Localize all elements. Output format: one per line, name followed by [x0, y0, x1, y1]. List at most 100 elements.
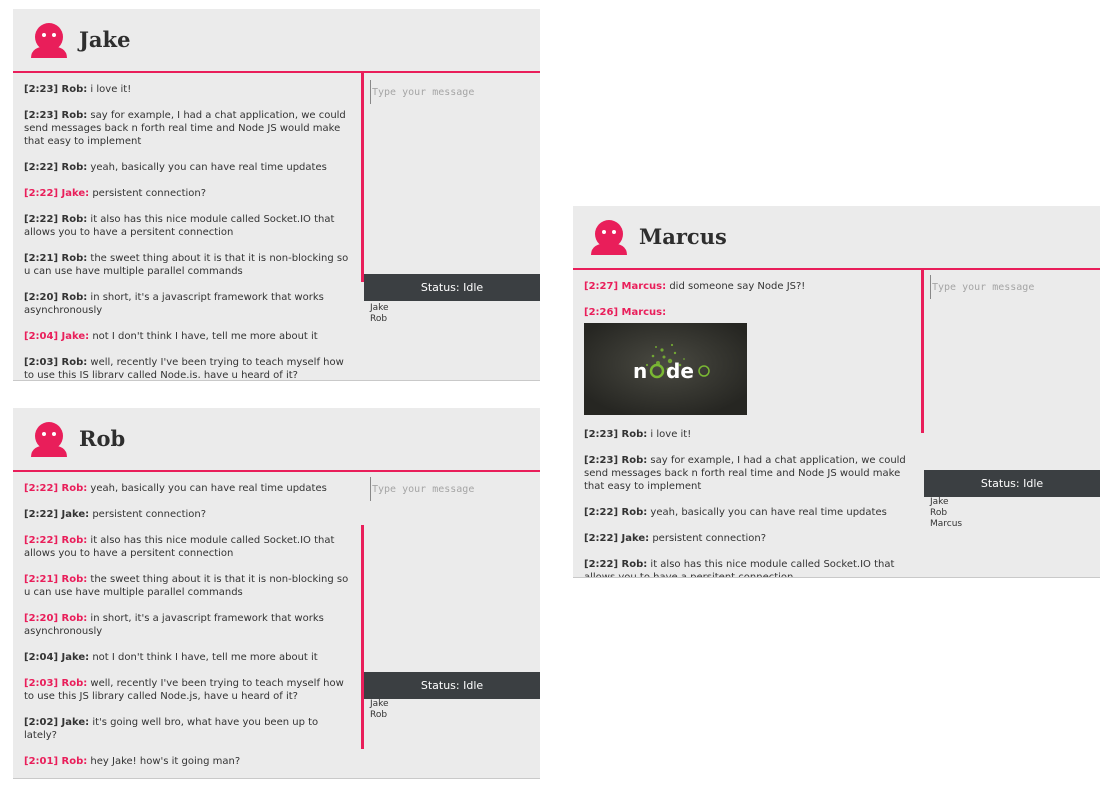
- user-list-item: Jake: [930, 497, 949, 507]
- message-sender: Rob:: [61, 357, 88, 368]
- message-time: [2:20]: [24, 292, 59, 303]
- message-meta: [2:22] Rob:: [584, 507, 647, 518]
- message-meta: [2:04] Jake:: [24, 331, 89, 342]
- chat-message: [2:22] Jake: persistent connection?: [24, 508, 352, 521]
- message-time: [2:22]: [584, 533, 619, 544]
- chat-message: [2:03] Rob: well, recently I've been try…: [24, 677, 352, 703]
- message-time: [2:03]: [24, 357, 59, 368]
- message-meta: [2:23] Rob:: [584, 429, 647, 440]
- message-meta: [2:22] Rob:: [24, 483, 87, 494]
- chat-window-rob: Rob [2:22] Rob: yeah, basically you can …: [13, 408, 540, 779]
- message-meta: [2:03] Rob:: [24, 678, 87, 689]
- message-meta: [2:26] Marcus:: [584, 307, 666, 318]
- message-time: [2:22]: [584, 507, 619, 518]
- message-sender: Rob:: [61, 574, 88, 585]
- message-meta: [2:01] Rob:: [24, 756, 87, 767]
- message-text: not I don't think I have, tell me more a…: [92, 331, 318, 342]
- message-list[interactable]: [2:27] Marcus: did someone say Node JS?!…: [584, 280, 912, 577]
- message-meta: [2:02] Jake:: [24, 717, 89, 728]
- message-sender: Rob:: [61, 613, 88, 624]
- chat-message: [2:01] Rob: hey Jake! how's it going man…: [24, 755, 352, 768]
- divider: [921, 268, 924, 433]
- message-input[interactable]: [370, 80, 538, 104]
- message-text: persistent connection?: [92, 509, 207, 520]
- message-text: i love it!: [650, 429, 692, 440]
- divider: [361, 72, 364, 282]
- message-sender: Rob:: [621, 507, 648, 518]
- chat-message: [2:21] Rob: the sweet thing about it is …: [24, 573, 352, 599]
- message-meta: [2:22] Rob:: [24, 214, 87, 225]
- message-text: persistent connection?: [92, 188, 207, 199]
- message-sender: Jake:: [61, 652, 90, 663]
- message-meta: [2:21] Rob:: [24, 253, 87, 264]
- message-time: [2:22]: [24, 509, 59, 520]
- chat-message: [2:20] Rob: in short, it's a javascript …: [24, 291, 352, 317]
- user-list: Jake Rob Marcus: [930, 497, 962, 530]
- message-sender: Rob:: [61, 110, 88, 121]
- message-time: [2:23]: [584, 455, 619, 466]
- message-input[interactable]: [370, 477, 538, 501]
- message-meta: [2:23] Rob:: [24, 110, 87, 121]
- status-bar: Status: Idle: [364, 672, 540, 699]
- message-input[interactable]: [930, 275, 1098, 299]
- chat-message: [2:04] Jake: not I don't think I have, t…: [24, 330, 352, 343]
- nodejs-logo-image[interactable]: n de: [584, 323, 747, 415]
- message-time: [2:23]: [584, 429, 619, 440]
- message-sender: Jake:: [61, 509, 90, 520]
- message-meta: [2:22] Jake:: [24, 188, 89, 199]
- chat-header: Marcus: [573, 206, 1100, 270]
- message-text: i love it!: [90, 84, 132, 95]
- message-meta: [2:03] Rob:: [24, 357, 87, 368]
- user-list-item: Marcus: [930, 519, 963, 529]
- message-meta: [2:22] Jake:: [584, 533, 649, 544]
- message-time: [2:26]: [584, 307, 619, 318]
- chat-message: [2:20] Rob: in short, it's a javascript …: [24, 612, 352, 638]
- user-list-item: Jake: [370, 699, 389, 709]
- message-time: [2:22]: [24, 162, 59, 173]
- message-list[interactable]: [2:23] Rob: i love it! [2:23] Rob: say fo…: [24, 83, 352, 378]
- message-meta: [2:20] Rob:: [24, 613, 87, 624]
- message-list[interactable]: [2:22] Rob: yeah, basically you can have…: [24, 482, 352, 772]
- message-sender: Rob:: [61, 214, 88, 225]
- message-time: [2:22]: [24, 214, 59, 225]
- chat-message: [2:26] Marcus: n de: [584, 306, 912, 415]
- message-sender: Jake:: [61, 717, 90, 728]
- message-sender: Rob:: [61, 84, 88, 95]
- message-time: [2:22]: [24, 188, 59, 199]
- chat-message: [2:22] Rob: yeah, basically you can have…: [24, 482, 352, 495]
- message-time: [2:22]: [24, 535, 59, 546]
- chat-message: [2:02] Jake: it's going well bro, what h…: [24, 716, 352, 742]
- message-meta: [2:22] Rob:: [24, 535, 87, 546]
- chat-message: [2:22] Jake: persistent connection?: [24, 187, 352, 200]
- chat-message: [2:23] Rob: say for example, I had a cha…: [24, 109, 352, 148]
- message-time: [2:21]: [24, 253, 59, 264]
- message-time: [2:22]: [584, 559, 619, 570]
- divider: [361, 525, 364, 749]
- message-meta: [2:27] Marcus:: [584, 281, 666, 292]
- message-text: yeah, basically you can have real time u…: [90, 483, 327, 494]
- chat-window-jake: Jake [2:23] Rob: i love it! [2:23] Rob: s…: [13, 9, 540, 381]
- user-list-item: Jake: [370, 303, 389, 313]
- message-meta: [2:20] Rob:: [24, 292, 87, 303]
- message-sender: Rob:: [621, 455, 648, 466]
- message-sender: Rob:: [61, 535, 88, 546]
- message-meta: [2:04] Jake:: [24, 652, 89, 663]
- message-sender: Jake:: [621, 533, 650, 544]
- message-time: [2:04]: [24, 331, 59, 342]
- chat-title: Rob: [79, 426, 126, 451]
- message-time: [2:23]: [24, 110, 59, 121]
- avatar-icon: [31, 23, 67, 58]
- avatar-icon: [31, 422, 67, 457]
- message-time: [2:27]: [584, 281, 619, 292]
- chat-message: [2:03] Rob: well, recently I've been try…: [24, 356, 352, 378]
- message-text: persistent connection?: [652, 533, 767, 544]
- message-time: [2:02]: [24, 717, 59, 728]
- user-list: Jake Rob: [370, 303, 389, 325]
- message-sender: Rob:: [61, 253, 88, 264]
- chat-message: [2:04] Jake: not I don't think I have, t…: [24, 651, 352, 664]
- message-text: yeah, basically you can have real time u…: [650, 507, 887, 518]
- message-sender: Rob:: [621, 559, 648, 570]
- avatar-icon: [591, 220, 627, 255]
- message-meta: [2:22] Jake:: [24, 509, 89, 520]
- message-time: [2:22]: [24, 483, 59, 494]
